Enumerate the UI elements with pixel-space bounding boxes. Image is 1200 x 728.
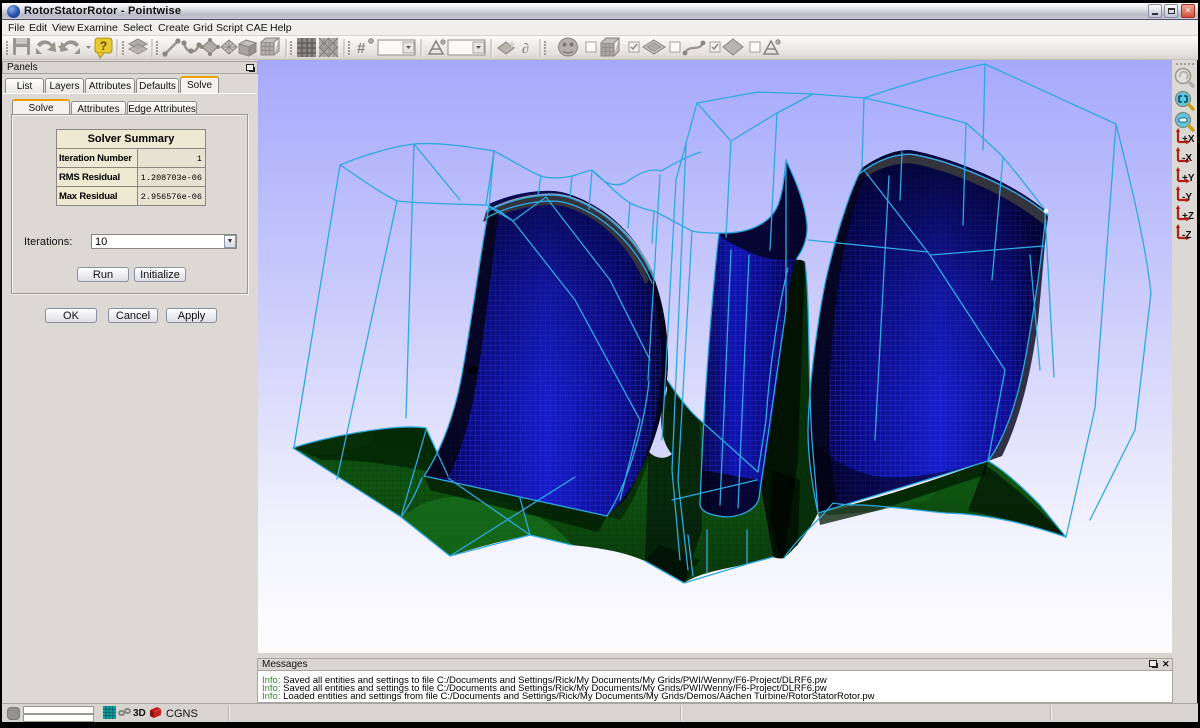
svg-text:+Y: +Y bbox=[1182, 173, 1195, 184]
svg-text:+X: +X bbox=[1182, 134, 1195, 145]
svg-text:?: ? bbox=[100, 39, 107, 53]
svg-text:+Z: +Z bbox=[1182, 211, 1194, 222]
svg-text:∂: ∂ bbox=[522, 42, 529, 57]
svg-text:#: # bbox=[357, 40, 366, 57]
svg-text:-Y: -Y bbox=[1182, 192, 1192, 203]
svg-text:-X: -X bbox=[1182, 153, 1192, 164]
svg-text:-Z: -Z bbox=[1182, 230, 1191, 241]
